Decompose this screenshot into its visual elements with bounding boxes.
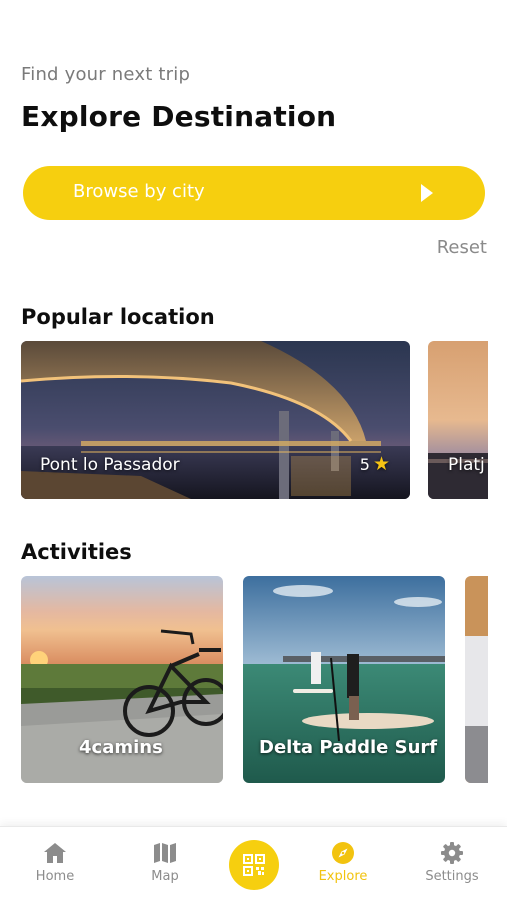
location-card-pont-lo-passador[interactable]: Pont lo Passador 5 ★ bbox=[21, 341, 410, 499]
qr-code-icon bbox=[243, 854, 265, 876]
browse-by-city-label: Browse by city bbox=[73, 181, 205, 202]
location-name: Platj bbox=[448, 455, 485, 475]
gear-icon bbox=[441, 842, 463, 864]
rating-value: 5 bbox=[359, 455, 370, 474]
nav-settings-label: Settings bbox=[425, 869, 479, 884]
nav-explore[interactable]: Explore bbox=[303, 841, 383, 884]
nav-map-label: Map bbox=[151, 869, 179, 884]
activity-name: 4camins bbox=[79, 737, 163, 758]
nav-explore-label: Explore bbox=[318, 869, 368, 884]
home-icon bbox=[44, 843, 66, 863]
beach-sunset-photo bbox=[428, 341, 488, 499]
map-icon bbox=[154, 843, 176, 863]
explore-screen: Find your next trip Explore Destination … bbox=[0, 0, 507, 900]
nav-settings[interactable]: Settings bbox=[412, 841, 492, 884]
play-arrow-icon bbox=[421, 184, 433, 202]
qr-scan-button[interactable] bbox=[229, 840, 279, 890]
compass-icon bbox=[332, 842, 354, 864]
nav-map[interactable]: Map bbox=[125, 841, 205, 884]
activity-name: Delta Paddle Surf bbox=[259, 737, 438, 758]
nav-home-label: Home bbox=[35, 869, 75, 884]
activity-photo bbox=[465, 576, 488, 783]
page-subtitle: Find your next trip bbox=[21, 64, 191, 85]
browse-by-city-button[interactable]: Browse by city bbox=[23, 166, 485, 220]
reset-button[interactable]: Reset bbox=[437, 237, 487, 258]
nav-home[interactable]: Home bbox=[15, 841, 95, 884]
activity-card-delta-paddle-surf[interactable]: Delta Paddle Surf bbox=[243, 576, 445, 783]
location-card-platj[interactable]: Platj bbox=[428, 341, 488, 499]
page-title: Explore Destination bbox=[21, 100, 337, 133]
location-name: Pont lo Passador bbox=[40, 455, 180, 475]
bottom-navigation: Home Map Explore Settings bbox=[0, 826, 507, 900]
rating-badge: 5 ★ bbox=[359, 453, 390, 475]
bridge-night-photo bbox=[21, 341, 410, 499]
activity-card-partial[interactable] bbox=[465, 576, 488, 783]
activities-heading: Activities bbox=[21, 540, 132, 564]
popular-location-heading: Popular location bbox=[21, 305, 215, 329]
star-icon: ★ bbox=[372, 453, 390, 475]
activity-card-4camins[interactable]: 4camins bbox=[21, 576, 223, 783]
